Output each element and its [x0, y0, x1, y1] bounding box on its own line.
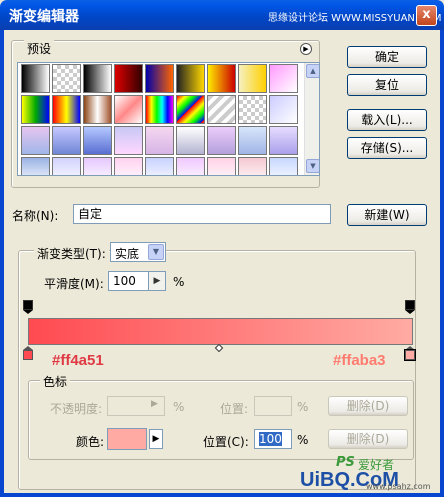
gradient-preset-swatch[interactable] — [207, 95, 236, 124]
color-label: 颜色: — [76, 435, 105, 449]
opacity-unit: % — [173, 400, 185, 414]
gradient-preset-swatch[interactable] — [83, 157, 112, 175]
gradient-preset-swatch[interactable] — [238, 95, 267, 124]
gradient-preset-swatch[interactable] — [207, 64, 236, 93]
load-button[interactable]: 载入(L)... — [347, 109, 427, 131]
start-color-hex-label: #ff4a51 — [52, 352, 104, 369]
gradient-preset-swatch[interactable] — [176, 95, 205, 124]
close-button[interactable]: x — [416, 5, 437, 26]
name-field[interactable]: 自定 — [73, 204, 331, 224]
gradient-type-value: 实底 — [115, 247, 140, 261]
gradient-preset-swatch[interactable] — [114, 126, 143, 155]
opacity-stop-right[interactable] — [405, 300, 415, 315]
color-menu-arrow-icon[interactable]: ▶ — [149, 429, 163, 449]
color-location-input[interactable]: 100 — [254, 429, 292, 449]
gradient-preset-swatch[interactable] — [21, 126, 50, 155]
ok-button[interactable]: 确定 — [347, 46, 427, 68]
scroll-up-icon[interactable]: ▲ — [306, 64, 319, 78]
gradient-preset-swatch[interactable] — [207, 126, 236, 155]
gradient-preset-swatch[interactable] — [269, 126, 298, 155]
chevron-down-icon[interactable]: ▼ — [148, 244, 164, 260]
gradient-preset-swatch[interactable] — [83, 95, 112, 124]
window-frame-right — [440, 30, 444, 497]
end-color-hex-label: #ffaba3 — [333, 352, 386, 369]
gradient-preset-swatch[interactable] — [145, 126, 174, 155]
presets-label: 预设 — [24, 40, 55, 57]
opacity-stop-left[interactable] — [23, 300, 33, 315]
gradient-preset-swatch[interactable] — [269, 157, 298, 175]
gradient-preset-swatch[interactable] — [207, 157, 236, 175]
gradient-preset-swatch[interactable] — [269, 64, 298, 93]
gradient-preset-swatch[interactable] — [83, 126, 112, 155]
window-frame-bottom — [0, 493, 444, 497]
opacity-location-input[interactable] — [254, 396, 292, 416]
presets-menu-icon[interactable]: ▶ — [300, 43, 312, 55]
color-stops-label: 色标 — [40, 373, 71, 390]
gradient-preset-swatch[interactable] — [238, 64, 267, 93]
gradient-preset-swatch[interactable] — [176, 157, 205, 175]
gradient-preset-swatch[interactable] — [238, 157, 267, 175]
gradient-preset-swatch[interactable] — [145, 64, 174, 93]
save-button[interactable]: 存储(S)... — [347, 137, 427, 159]
gradient-type-select[interactable]: 实底 ▼ — [110, 242, 166, 262]
gradient-preset-swatch[interactable] — [145, 157, 174, 175]
name-label: 名称(N): — [12, 209, 59, 223]
new-button[interactable]: 新建(W) — [347, 204, 427, 226]
reset-button[interactable]: 复位 — [347, 74, 427, 96]
gradient-preset-swatch[interactable] — [269, 95, 298, 124]
smoothness-unit: % — [173, 275, 185, 289]
window-title: 渐变编辑器 — [9, 9, 79, 25]
gradient-preset-swatch[interactable] — [114, 95, 143, 124]
gradient-preset-swatch[interactable] — [176, 64, 205, 93]
color-stop-swatch[interactable] — [107, 428, 147, 450]
smoothness-arrow-icon[interactable]: ▶ — [148, 272, 165, 290]
scroll-down-icon[interactable]: ▼ — [306, 159, 319, 173]
opacity-arrow-icon: ▶ — [151, 399, 158, 409]
color-location-unit: % — [297, 433, 309, 447]
gradient-preview-bar[interactable] — [28, 318, 413, 345]
gradient-preset-swatch[interactable] — [114, 64, 143, 93]
color-stop-right[interactable] — [405, 346, 415, 361]
opacity-label: 不透明度: — [50, 402, 103, 416]
watermark-bottom: PS 爱好者 UiBQ.CoM www.psahz.com — [300, 455, 440, 493]
gradient-preset-swatch[interactable] — [145, 95, 174, 124]
opacity-delete-button[interactable]: 删除(D) — [328, 396, 408, 416]
opacity-location-unit: % — [297, 400, 309, 414]
color-stop-left[interactable] — [23, 346, 33, 361]
gradient-preset-swatch[interactable] — [114, 157, 143, 175]
presets-scrollbar[interactable]: ▲ ▼ — [304, 63, 319, 175]
window-frame-left — [0, 30, 4, 497]
presets-swatch-list: ▲ ▼ — [17, 62, 320, 176]
gradient-preset-swatch[interactable] — [238, 126, 267, 155]
gradient-preset-swatch[interactable] — [83, 64, 112, 93]
gradient-preset-swatch[interactable] — [21, 95, 50, 124]
gradient-preset-swatch[interactable] — [21, 157, 50, 175]
gradient-type-label: 渐变类型(T): — [34, 245, 109, 262]
gradient-preset-swatch[interactable] — [21, 64, 50, 93]
gradient-preset-swatch[interactable] — [52, 157, 81, 175]
gradient-preset-swatch[interactable] — [52, 64, 81, 93]
gradient-preset-swatch[interactable] — [52, 126, 81, 155]
color-location-value: 100 — [259, 432, 282, 446]
watermark-ps: PS — [336, 455, 355, 470]
watermark-url: www.psahz.com — [366, 482, 431, 491]
gradient-preset-swatch[interactable] — [52, 95, 81, 124]
color-location-label: 位置(C): — [203, 435, 249, 449]
smoothness-label: 平滑度(M): — [44, 277, 104, 291]
opacity-location-label: 位置: — [220, 402, 249, 416]
gradient-preset-swatch[interactable] — [176, 126, 205, 155]
color-delete-button[interactable]: 删除(D) — [328, 429, 408, 449]
